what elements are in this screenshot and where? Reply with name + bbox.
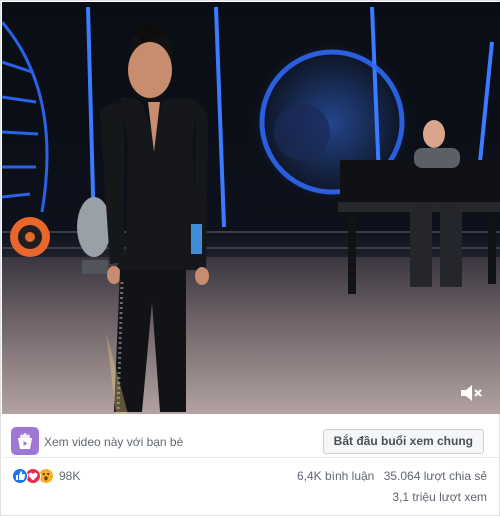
like-icon: [12, 468, 28, 484]
watch-party-icon: [11, 427, 39, 455]
video-frame: [2, 6, 500, 414]
video-player[interactable]: [2, 2, 500, 414]
view-count: 3,1 triệu lượt xem: [392, 490, 487, 504]
video-post-card: Xem video này với bạn bè Bắt đầu buổi xe…: [0, 0, 500, 516]
comments-link[interactable]: 6,4K bình luận: [297, 469, 374, 483]
watch-party-prompt: Xem video này với bạn bè: [44, 435, 184, 449]
shares-link[interactable]: 35.064 lượt chia sẻ: [384, 469, 487, 483]
reactions-summary[interactable]: 98K: [12, 467, 80, 485]
start-watch-party-button[interactable]: Bắt đầu buổi xem chung: [322, 429, 484, 454]
watch-party-row: Xem video này với bạn bè Bắt đầu buổi xe…: [2, 414, 500, 458]
volume-muted-icon[interactable]: [458, 382, 484, 404]
reaction-count: 98K: [59, 469, 81, 483]
engagement-stats: 6,4K bình luận 35.064 lượt chia sẻ: [291, 469, 487, 483]
